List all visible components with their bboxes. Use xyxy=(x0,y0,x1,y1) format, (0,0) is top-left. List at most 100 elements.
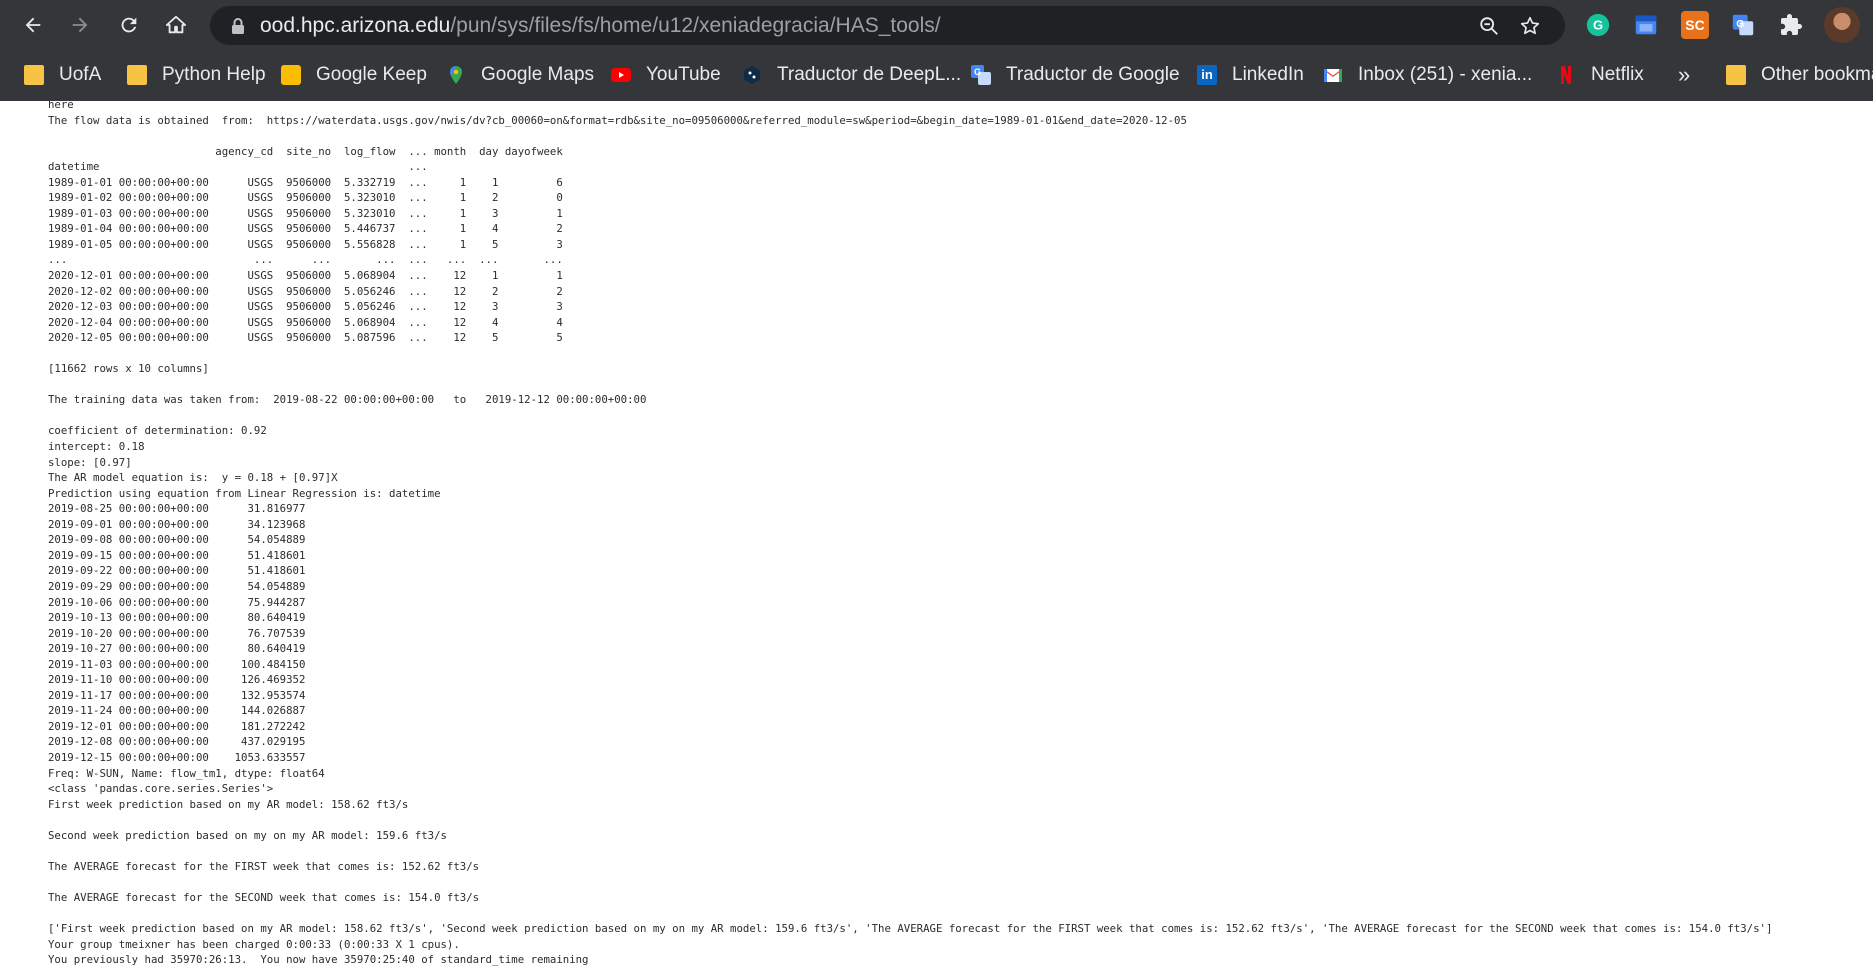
url-text[interactable]: ood.hpc.arizona.edu/pun/sys/files/fs/hom… xyxy=(260,6,941,45)
address-bar[interactable]: ood.hpc.arizona.edu/pun/sys/files/fs/hom… xyxy=(210,6,1565,45)
bookmark-label: Google Keep xyxy=(316,64,427,85)
bookmark-label: UofA xyxy=(59,64,102,85)
output-line: here xyxy=(48,101,74,111)
output-line: 2019-10-06 00:00:00+00:00 75.944287 xyxy=(48,595,306,609)
arrow-left-icon xyxy=(25,17,41,33)
output-line: 2020-12-05 00:00:00+00:00 USGS 9506000 5… xyxy=(48,331,563,345)
browser-toolbar: ood.hpc.arizona.edu/pun/sys/files/fs/hom… xyxy=(0,0,1873,51)
output-line: Second week prediction based on my on my… xyxy=(48,828,447,842)
output-line: Your group tmeixner has been charged 0:0… xyxy=(48,937,460,951)
bookmark-label: Other bookmarks xyxy=(1761,64,1873,85)
bookmark-google-translate[interactable]: G Traductor de Google xyxy=(971,51,1180,99)
output-line: 2020-12-01 00:00:00+00:00 USGS 9506000 5… xyxy=(48,269,563,283)
output-line: 2019-11-17 00:00:00+00:00 132.953574 xyxy=(48,688,306,702)
bookmarks-overflow-button[interactable]: » xyxy=(1678,51,1690,99)
folder-icon xyxy=(1726,65,1746,85)
back-button[interactable] xyxy=(16,8,50,42)
bookmark-google-maps[interactable]: Google Maps xyxy=(446,51,594,99)
output-line: First week prediction based on my AR mod… xyxy=(48,797,409,811)
output-line: 1989-01-03 00:00:00+00:00 USGS 9506000 5… xyxy=(48,206,563,220)
bookmark-python-help[interactable]: Python Help xyxy=(127,51,266,99)
folder-icon xyxy=(127,65,147,85)
bookmark-deepl[interactable]: Traductor de DeepL... xyxy=(742,51,961,99)
linkedin-icon: in xyxy=(1197,65,1217,85)
other-bookmarks[interactable]: Other bookmarks xyxy=(1726,51,1873,99)
output-line: 1989-01-04 00:00:00+00:00 USGS 9506000 5… xyxy=(48,222,563,236)
output-line: 2019-10-27 00:00:00+00:00 80.640419 xyxy=(48,642,306,656)
terminal-output-page: here The flow data is obtained from: http… xyxy=(0,101,1873,968)
google-maps-icon xyxy=(450,66,462,84)
output-line: Prediction using equation from Linear Re… xyxy=(48,486,441,500)
bookmark-gmail-inbox[interactable]: Inbox (251) - xenia... xyxy=(1323,51,1532,99)
output-line: ... ... ... ... ... ... ... ... xyxy=(48,253,563,267)
reload-button[interactable] xyxy=(112,8,146,42)
url-host: ood.hpc.arizona.edu xyxy=(260,14,451,37)
output-line: 2020-12-04 00:00:00+00:00 USGS 9506000 5… xyxy=(48,315,563,329)
output-line: The training data was taken from: 2019-0… xyxy=(48,393,647,407)
arrow-right-icon xyxy=(72,17,88,33)
bookmark-netflix[interactable]: Netflix xyxy=(1556,51,1644,99)
google-keep-icon xyxy=(281,65,301,85)
svg-text:G: G xyxy=(1593,18,1603,33)
output-line: The AVERAGE forecast for the FIRST week … xyxy=(48,859,480,873)
bookmark-youtube[interactable]: YouTube xyxy=(611,51,721,99)
gmail-icon xyxy=(1324,69,1342,82)
output-line: 2019-09-15 00:00:00+00:00 51.418601 xyxy=(48,548,306,562)
svg-text:G: G xyxy=(974,67,981,77)
forward-button[interactable] xyxy=(63,8,97,42)
bookmark-uofa[interactable]: UofA xyxy=(24,51,101,99)
svg-text:G: G xyxy=(1736,19,1744,30)
calendar-icon[interactable] xyxy=(1632,11,1660,39)
output-line: 2020-12-03 00:00:00+00:00 USGS 9506000 5… xyxy=(48,300,563,314)
youtube-icon xyxy=(611,68,631,82)
bookmark-label: Netflix xyxy=(1591,64,1644,85)
output-line: slope: [0.97] xyxy=(48,455,132,469)
folder-icon xyxy=(24,65,44,85)
bookmark-label: Traductor de DeepL... xyxy=(777,64,962,85)
home-icon xyxy=(165,15,187,34)
output-line: 2019-09-01 00:00:00+00:00 34.123968 xyxy=(48,517,306,531)
output-line: <class 'pandas.core.series.Series'> xyxy=(48,782,274,796)
star-icon[interactable] xyxy=(1519,15,1541,37)
output-line: coefficient of determination: 0.92 xyxy=(48,424,267,438)
output-line: 1989-01-01 00:00:00+00:00 USGS 9506000 5… xyxy=(48,175,563,189)
translate-icon[interactable]: G xyxy=(1729,11,1757,39)
zoom-icon[interactable] xyxy=(1478,15,1500,37)
chevron-double-right-icon: » xyxy=(1678,62,1691,87)
output-line: 2019-10-13 00:00:00+00:00 80.640419 xyxy=(48,611,306,625)
output-line: 2019-12-01 00:00:00+00:00 181.272242 xyxy=(48,719,306,733)
bookmark-label: Python Help xyxy=(162,64,266,85)
output-line: ['First week prediction based on my AR m… xyxy=(48,921,1773,935)
output-line: Freq: W-SUN, Name: flow_tm1, dtype: floa… xyxy=(48,766,325,780)
output-line: [11662 rows x 10 columns] xyxy=(48,362,209,376)
bookmark-label: Traductor de Google xyxy=(1006,64,1180,85)
bookmark-label: Google Maps xyxy=(481,64,595,85)
reload-icon xyxy=(121,17,137,33)
output-line: 2019-11-03 00:00:00+00:00 100.484150 xyxy=(48,657,306,671)
puzzle-icon[interactable] xyxy=(1777,11,1805,39)
bookmark-label: LinkedIn xyxy=(1232,64,1304,85)
output-line: The flow data is obtained from: https://… xyxy=(48,113,1187,127)
output-line: 2020-12-02 00:00:00+00:00 USGS 9506000 5… xyxy=(48,284,563,298)
output-line: 2019-12-08 00:00:00+00:00 437.029195 xyxy=(48,735,306,749)
output-line: intercept: 0.18 xyxy=(48,440,145,454)
output-line: The AVERAGE forecast for the SECOND week… xyxy=(48,890,480,904)
profile-avatar[interactable] xyxy=(1824,7,1860,43)
output-line: 2019-09-08 00:00:00+00:00 54.054889 xyxy=(48,533,306,547)
grammarly-icon[interactable]: G xyxy=(1584,11,1612,39)
output-line: The AR model equation is: y = 0.18 + [0.… xyxy=(48,471,338,485)
bookmark-label: Inbox (251) - xenia... xyxy=(1358,64,1533,85)
output-line: 2019-11-10 00:00:00+00:00 126.469352 xyxy=(48,673,306,687)
bookmark-label: YouTube xyxy=(646,64,721,85)
bookmarks-bar: UofA Python Help Google Keep Google Maps… xyxy=(0,51,1873,102)
bookmark-google-keep[interactable]: Google Keep xyxy=(281,51,427,99)
home-button[interactable] xyxy=(159,8,193,42)
sc-icon[interactable]: SC xyxy=(1681,11,1709,39)
bookmark-linkedin[interactable]: in LinkedIn xyxy=(1197,51,1304,99)
